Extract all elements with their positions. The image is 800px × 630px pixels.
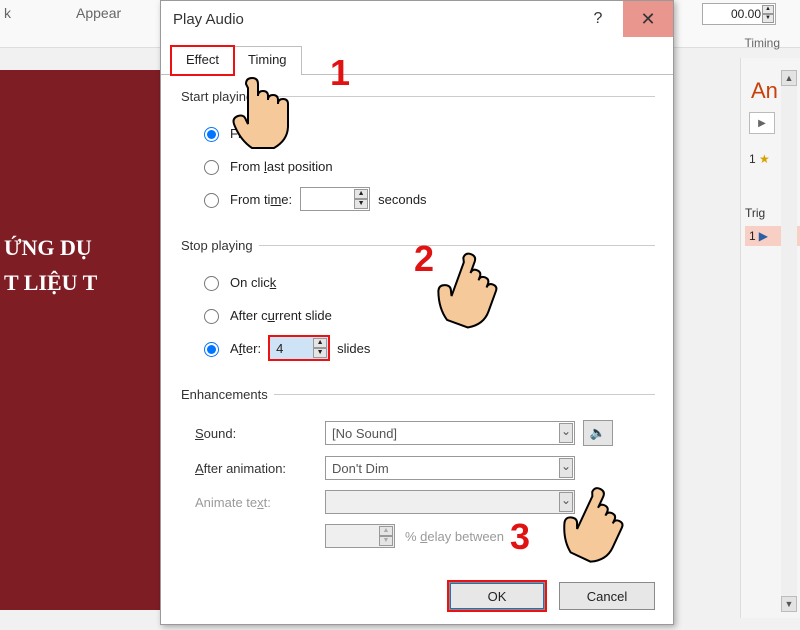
radio-after-current-slide[interactable]: [204, 309, 219, 324]
speaker-icon: 🔈: [590, 425, 606, 441]
after-slides-value: 4: [276, 341, 283, 356]
radio-label: From: [230, 126, 260, 141]
ribbon-fragment: Appear: [76, 5, 121, 21]
spin-buttons[interactable]: ▲▼: [762, 5, 774, 23]
ribbon-duration-spinbox[interactable]: 00.00 ▲▼: [702, 3, 776, 25]
tab-timing[interactable]: Timing: [233, 46, 302, 75]
chevron-down-icon: [559, 423, 573, 443]
sound-label: Sound:: [195, 426, 315, 441]
ok-button[interactable]: OK: [449, 582, 545, 610]
sound-combobox[interactable]: [No Sound]: [325, 421, 575, 445]
play-audio-dialog: Play Audio ? ✕ Effect Timing Start playi…: [160, 0, 674, 625]
cancel-button[interactable]: Cancel: [559, 582, 655, 610]
seconds-label: seconds: [378, 192, 426, 207]
animate-text-combobox: [325, 490, 575, 514]
tab-effect[interactable]: Effect: [171, 46, 234, 75]
annotation-number-3: 3: [510, 516, 530, 558]
close-button[interactable]: ✕: [623, 1, 673, 37]
radio-label: After current slide: [230, 308, 332, 323]
delay-spinbox: ▲▼: [325, 524, 395, 548]
ribbon-duration-value: 00.00: [731, 7, 761, 21]
chevron-down-icon: [559, 458, 573, 478]
sound-volume-button[interactable]: 🔈: [583, 420, 613, 446]
scroll-down-button[interactable]: ▼: [781, 596, 797, 612]
animate-text-label: Animate text:: [195, 495, 315, 510]
from-time-spinbox[interactable]: ▲▼: [300, 187, 370, 211]
dialog-tabs: Effect Timing: [161, 45, 673, 75]
after-animation-label: After animation:: [195, 461, 315, 476]
ribbon-fragment: k: [4, 5, 11, 21]
radio-from-last-position[interactable]: [204, 160, 219, 175]
group-label: Start playing: [181, 89, 259, 104]
dialog-titlebar[interactable]: Play Audio ? ✕: [161, 1, 673, 37]
radio-label: From time:: [230, 192, 292, 207]
vertical-scrollbar[interactable]: ▲ ▼: [781, 70, 797, 612]
slides-label: slides: [337, 341, 370, 356]
ribbon-group-label: Timing: [744, 36, 780, 50]
radio-label: On click: [230, 275, 276, 290]
radio-from-beginning[interactable]: [204, 127, 219, 142]
group-start-playing: Start playing From From last position Fr…: [181, 89, 655, 220]
close-icon: ✕: [640, 9, 655, 30]
group-enhancements: Enhancements Sound: [No Sound] 🔈 After a…: [181, 387, 655, 558]
after-slides-spinbox[interactable]: 4 ▲▼: [269, 336, 329, 360]
after-animation-value: Don't Dim: [332, 461, 389, 476]
scroll-up-button[interactable]: ▲: [781, 70, 797, 86]
star-icon: ★: [759, 152, 770, 166]
annotation-number-2: 2: [414, 238, 434, 280]
slide-canvas-fragment: ỨNG DỤ T LIỆU T: [0, 70, 160, 610]
radio-label: After:: [230, 341, 261, 356]
after-animation-combobox[interactable]: Don't Dim: [325, 456, 575, 480]
dialog-title: Play Audio: [173, 11, 244, 28]
annotation-number-1: 1: [330, 52, 350, 94]
sound-value: [No Sound]: [332, 426, 397, 441]
radio-on-click[interactable]: [204, 276, 219, 291]
radio-after-n-slides[interactable]: [204, 342, 219, 357]
play-icon: ▶: [759, 229, 768, 243]
help-button[interactable]: ?: [573, 1, 623, 37]
radio-from-time[interactable]: [204, 193, 219, 208]
delay-label: % delay between: [405, 529, 504, 544]
chevron-down-icon: [559, 492, 573, 512]
radio-label: From last position: [230, 159, 333, 174]
group-label: Stop playing: [181, 238, 259, 253]
play-button[interactable]: ▶: [749, 112, 775, 134]
group-label: Enhancements: [181, 387, 274, 402]
